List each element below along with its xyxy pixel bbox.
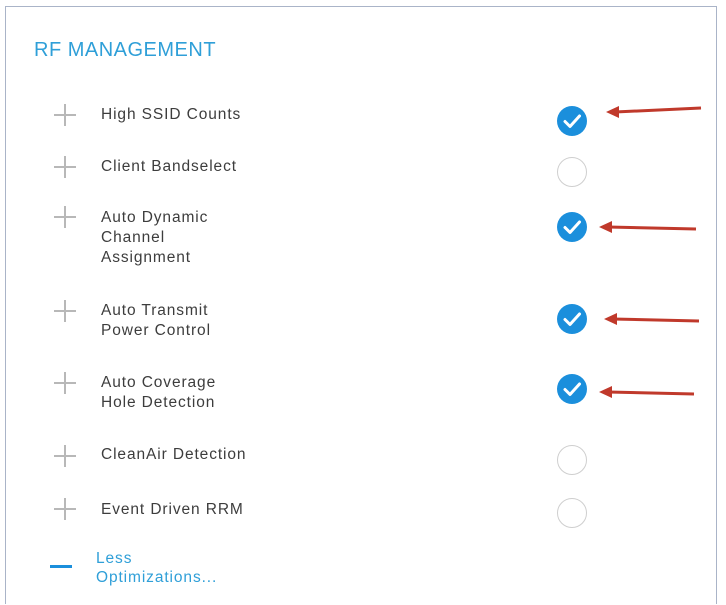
annotation-arrow-icon: [599, 386, 695, 398]
checkmark-icon: [563, 114, 581, 128]
annotation-arrow-icon: [604, 313, 700, 325]
annotation-arrow-icon: [606, 106, 702, 118]
checkmark-icon: [563, 220, 581, 234]
checkmark-icon: [563, 312, 581, 326]
expand-plus-icon[interactable]: [54, 445, 76, 467]
checkbox-checked[interactable]: [557, 212, 587, 242]
option-label: CleanAir Detection: [101, 446, 247, 463]
option-label: High SSID Counts: [101, 106, 242, 123]
expand-plus-icon[interactable]: [54, 156, 76, 178]
expand-plus-icon[interactable]: [54, 300, 76, 322]
expand-plus-icon[interactable]: [54, 498, 76, 520]
checkbox-checked[interactable]: [557, 304, 587, 334]
option-label: Auto Coverage Hole Detection: [101, 374, 217, 411]
checkbox-checked[interactable]: [557, 106, 587, 136]
checkbox-unchecked[interactable]: [557, 445, 587, 475]
expand-plus-icon[interactable]: [54, 206, 76, 228]
annotation-arrow-icon: [599, 221, 697, 233]
checkmark-icon: [563, 382, 581, 396]
checkbox-checked[interactable]: [557, 374, 587, 404]
expand-plus-icon[interactable]: [54, 372, 76, 394]
option-label: Auto Transmit Power Control: [101, 302, 211, 339]
checkbox-unchecked[interactable]: [557, 498, 587, 528]
less-optimizations-link[interactable]: Less Optimizations...: [96, 549, 217, 587]
checkbox-unchecked[interactable]: [557, 157, 587, 187]
option-label: Client Bandselect: [101, 158, 237, 175]
option-label: Event Driven RRM: [101, 501, 244, 518]
page-title: RF MANAGEMENT: [34, 39, 217, 61]
option-label: Auto Dynamic Channel Assignment: [101, 209, 209, 266]
collapse-minus-icon[interactable]: [50, 565, 72, 568]
expand-plus-icon[interactable]: [54, 104, 76, 126]
rf-management-panel: RF MANAGEMENT High SSID Counts Client Ba…: [5, 6, 717, 604]
